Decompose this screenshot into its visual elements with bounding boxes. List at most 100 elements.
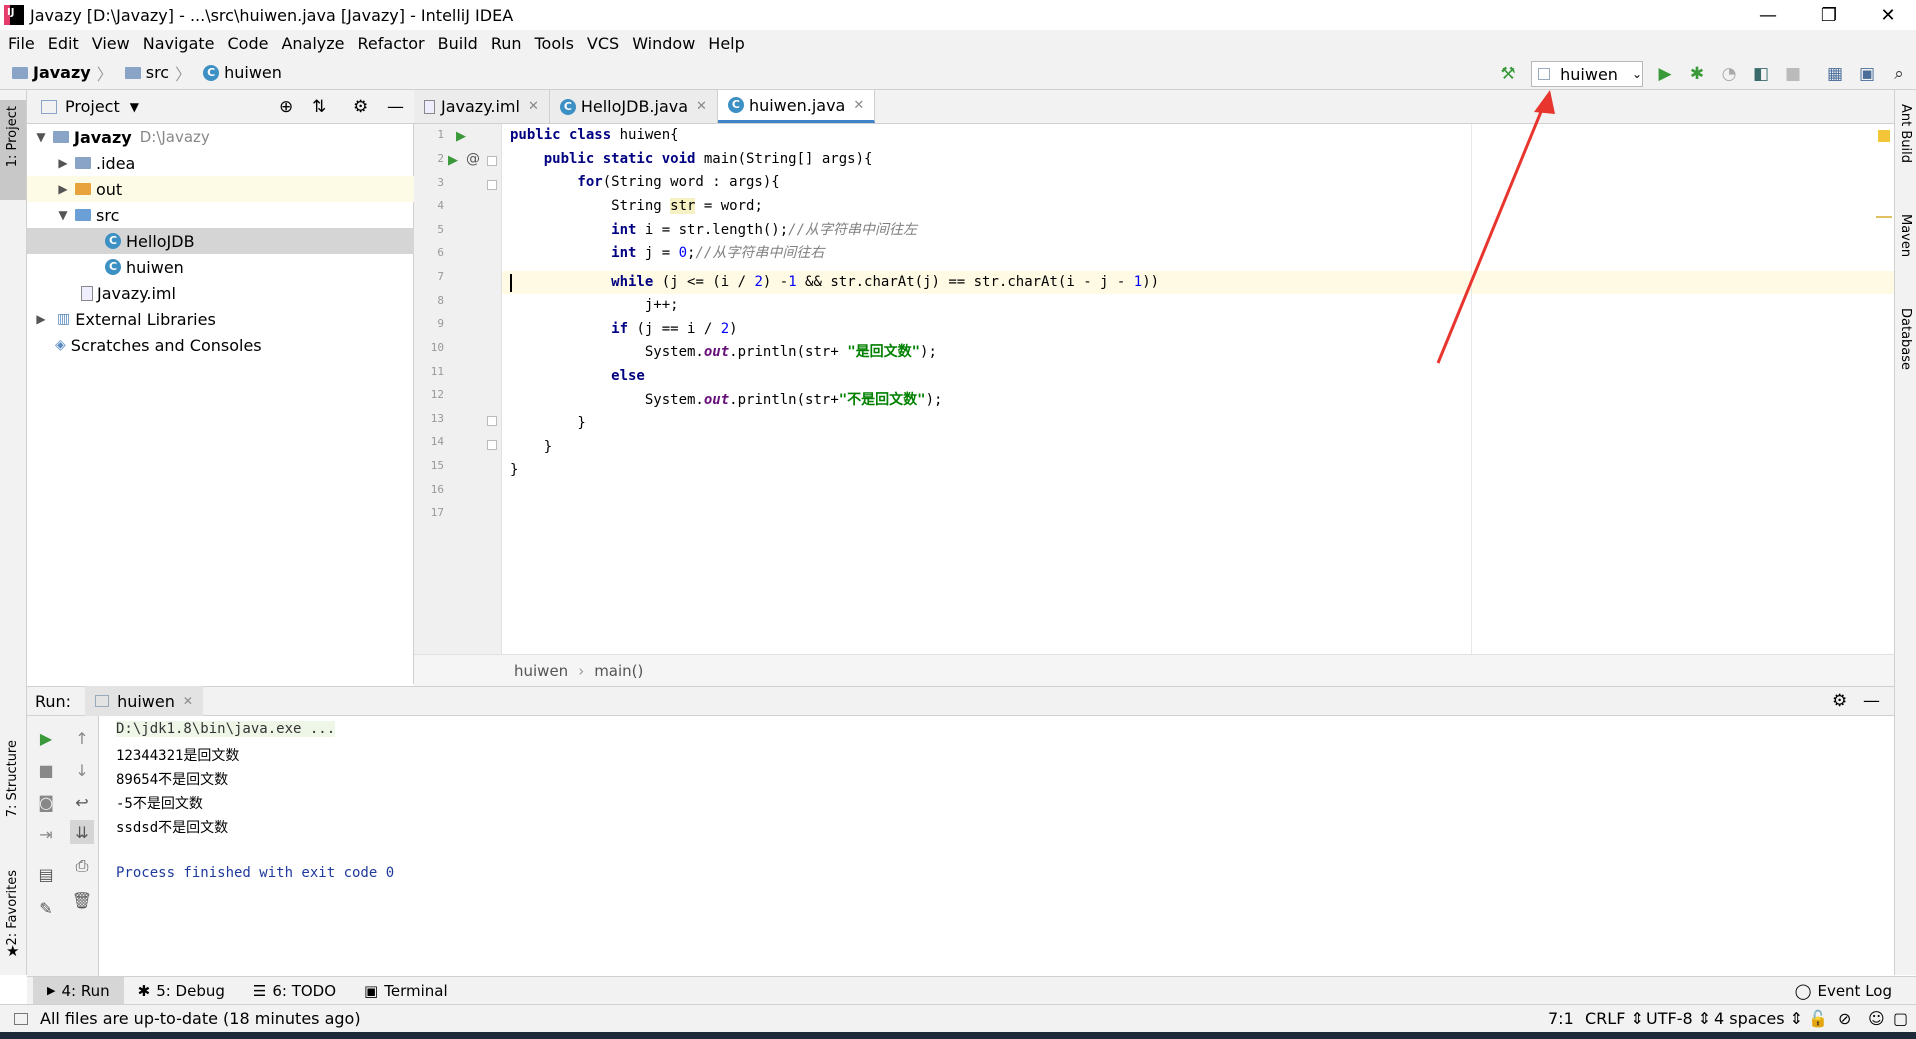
stop-icon[interactable]: ■: [1782, 63, 1804, 85]
nav-folder[interactable]: src 〉: [124, 61, 197, 85]
error-stripe-mark[interactable]: [1876, 216, 1892, 218]
menu-window[interactable]: Window: [632, 34, 695, 53]
tab-huiwen-java[interactable]: C huiwen.java ✕: [717, 90, 876, 123]
project-structure-icon[interactable]: ▦: [1824, 63, 1846, 85]
tree-item-out[interactable]: ▶ out: [27, 176, 414, 202]
status-panel-icon[interactable]: [14, 1012, 28, 1025]
menu-build[interactable]: Build: [438, 34, 478, 53]
notifications-icon[interactable]: ▢: [1893, 1009, 1908, 1028]
override-at-icon[interactable]: @: [466, 151, 480, 167]
tab-debug[interactable]: ✱ 5: Debug: [124, 977, 239, 1005]
tree-item-idea[interactable]: ▶ .idea: [27, 150, 414, 176]
close-button[interactable]: ✕: [1865, 0, 1911, 30]
nav-project[interactable]: Javazy 〉: [12, 61, 119, 85]
tree-item-javazy-iml[interactable]: Javazy.iml: [27, 280, 414, 306]
rerun-icon[interactable]: ▶: [34, 726, 58, 750]
hide-panel-icon[interactable]: —: [1863, 691, 1880, 711]
chevron-right-icon[interactable]: ▶: [33, 312, 49, 326]
run-icon[interactable]: ▶: [1654, 63, 1676, 85]
menu-file[interactable]: File: [8, 34, 35, 53]
camera-icon[interactable]: ◙: [34, 790, 58, 814]
search-icon[interactable]: ⌕: [1888, 63, 1910, 85]
fold-icon[interactable]: [487, 416, 497, 426]
debug-bug-icon[interactable]: ✱: [1686, 63, 1708, 85]
database-tab[interactable]: Database: [1898, 308, 1913, 370]
arrow-up-icon[interactable]: ↑: [70, 726, 94, 750]
terminal-window-icon[interactable]: ▣: [1856, 63, 1878, 85]
build-hammer-icon[interactable]: ⚒: [1497, 63, 1519, 85]
tab-javazy-iml[interactable]: Javazy.iml ✕: [414, 90, 550, 123]
coverage-icon[interactable]: ◔: [1718, 63, 1740, 85]
menu-view[interactable]: View: [92, 34, 130, 53]
tree-item-src[interactable]: ▼ src: [27, 202, 414, 228]
menu-refactor[interactable]: Refactor: [358, 34, 425, 53]
menu-tools[interactable]: Tools: [535, 34, 574, 53]
chevron-right-icon[interactable]: ▶: [55, 156, 71, 170]
pin-icon[interactable]: ✎: [34, 896, 58, 920]
minimize-button[interactable]: —: [1745, 0, 1791, 30]
fold-icon[interactable]: [487, 156, 497, 166]
chevron-down-icon[interactable]: ▼: [130, 100, 139, 114]
print-icon[interactable]: ⎙: [70, 854, 94, 878]
line-separator[interactable]: CRLF ⇕: [1585, 1009, 1644, 1028]
tree-item-javazy[interactable]: ▼ Javazy D:\Javazy: [27, 124, 414, 150]
gear-icon[interactable]: ⚙: [353, 97, 368, 117]
fold-icon[interactable]: [487, 440, 497, 450]
hide-panel-icon[interactable]: —: [387, 97, 404, 117]
lock-icon[interactable]: 🔓: [1808, 1009, 1828, 1028]
menu-help[interactable]: Help: [708, 34, 744, 53]
menu-vcs[interactable]: VCS: [587, 34, 619, 53]
menu-analyze[interactable]: Analyze: [281, 34, 344, 53]
code-editor[interactable]: public class huiwen{ public static void …: [502, 124, 1894, 654]
close-icon[interactable]: ✕: [696, 99, 707, 114]
tab-run[interactable]: ▶ 4: Run: [33, 976, 124, 1005]
project-panel-title[interactable]: Project: [65, 97, 120, 116]
chevron-down-icon[interactable]: ▼: [55, 208, 71, 222]
collapse-all-icon[interactable]: ⇅: [312, 97, 326, 117]
indent-setting[interactable]: 4 spaces ⇕: [1714, 1009, 1803, 1028]
project-tool-tab[interactable]: 1: Project: [0, 100, 26, 200]
chevron-down-icon[interactable]: ▼: [33, 130, 49, 144]
exit-icon[interactable]: ⇥: [34, 822, 58, 846]
scroll-to-end-icon[interactable]: ⇊: [70, 820, 94, 844]
menu-code[interactable]: Code: [228, 34, 269, 53]
layout-icon[interactable]: ▤: [34, 862, 58, 886]
gear-icon[interactable]: ⚙: [1832, 691, 1847, 711]
stop-icon[interactable]: ■: [34, 758, 58, 782]
tab-todo[interactable]: ☰ 6: TODO: [239, 977, 350, 1005]
menu-edit[interactable]: Edit: [48, 34, 79, 53]
arrow-down-icon[interactable]: ↓: [70, 758, 94, 782]
profile-icon[interactable]: ◧: [1750, 63, 1772, 85]
run-configuration-select[interactable]: huiwen ⌄: [1531, 61, 1643, 87]
console-output[interactable]: D:\jdk1.8\bin\java.exe ... 12344321是回文数 …: [100, 716, 1894, 976]
breadcrumb-method[interactable]: main(): [594, 662, 643, 680]
file-encoding[interactable]: UTF-8 ⇕: [1646, 1009, 1711, 1028]
menu-run[interactable]: Run: [491, 34, 522, 53]
caret-position[interactable]: 7:1: [1548, 1009, 1574, 1028]
ant-build-tab[interactable]: Ant Build: [1898, 104, 1913, 163]
breadcrumb-class[interactable]: huiwen: [514, 662, 568, 680]
run-gutter-icon[interactable]: ▶: [448, 153, 458, 168]
close-icon[interactable]: ✕: [528, 99, 539, 114]
run-gutter-icon[interactable]: ▶: [456, 129, 466, 144]
event-log-button[interactable]: ◯ Event Log: [1781, 977, 1906, 1005]
close-icon[interactable]: ✕: [183, 694, 193, 708]
chevron-right-icon[interactable]: ▶: [55, 182, 71, 196]
restore-button[interactable]: ❐: [1806, 0, 1852, 30]
maven-tab[interactable]: Maven: [1898, 214, 1913, 257]
nav-file[interactable]: C huiwen: [203, 63, 282, 82]
close-icon[interactable]: ✕: [853, 98, 864, 113]
power-save-icon[interactable]: ⊘: [1838, 1009, 1851, 1028]
structure-tool-tab[interactable]: 7: Structure: [5, 740, 20, 817]
trash-icon[interactable]: 🗑: [70, 888, 94, 912]
soft-wrap-icon[interactable]: ↩: [70, 790, 94, 814]
inspector-face-icon[interactable]: ☺: [1868, 1009, 1885, 1028]
tree-item-scratches[interactable]: ◈ Scratches and Consoles: [27, 332, 414, 358]
menu-navigate[interactable]: Navigate: [143, 34, 215, 53]
run-tab-huiwen[interactable]: huiwen ✕: [85, 686, 203, 716]
locate-target-icon[interactable]: ⊕: [279, 97, 293, 117]
fold-icon[interactable]: [487, 180, 497, 190]
tree-item-hellojdb[interactable]: C HelloJDB: [27, 228, 414, 254]
favorites-tool-tab[interactable]: 2: Favorites: [5, 870, 20, 946]
tab-hellojdb-java[interactable]: C HelloJDB.java ✕: [549, 90, 718, 123]
